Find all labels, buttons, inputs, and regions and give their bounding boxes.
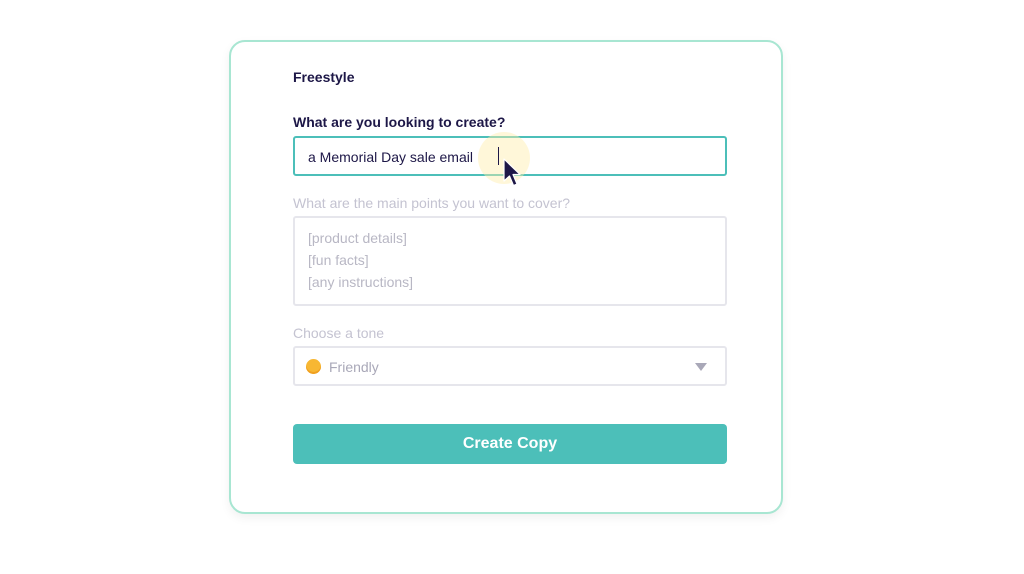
tone-select[interactable]: Friendly [293, 346, 727, 386]
text-caret [498, 147, 499, 165]
placeholder-line: [any instructions] [308, 274, 414, 290]
smiley-emoji-icon [306, 359, 321, 374]
create-input-value: a Memorial Day sale email [308, 149, 473, 165]
create-label: What are you looking to create? [293, 114, 506, 130]
points-textarea[interactable]: [product details] [fun facts] [any instr… [293, 216, 727, 306]
points-label: What are the main points you want to cov… [293, 195, 571, 211]
tone-selected-value: Friendly [329, 359, 379, 375]
form-title: Freestyle [293, 69, 355, 85]
placeholder-line: [product details] [308, 230, 407, 246]
tone-label: Choose a tone [293, 325, 385, 341]
mouse-pointer-icon [503, 158, 521, 187]
create-copy-button[interactable]: Create Copy [293, 424, 727, 464]
freestyle-card: Freestyle What are you looking to create… [229, 40, 783, 514]
create-input[interactable]: a Memorial Day sale email [293, 132, 727, 187]
placeholder-line: [fun facts] [308, 252, 369, 268]
chevron-down-icon [695, 363, 707, 371]
